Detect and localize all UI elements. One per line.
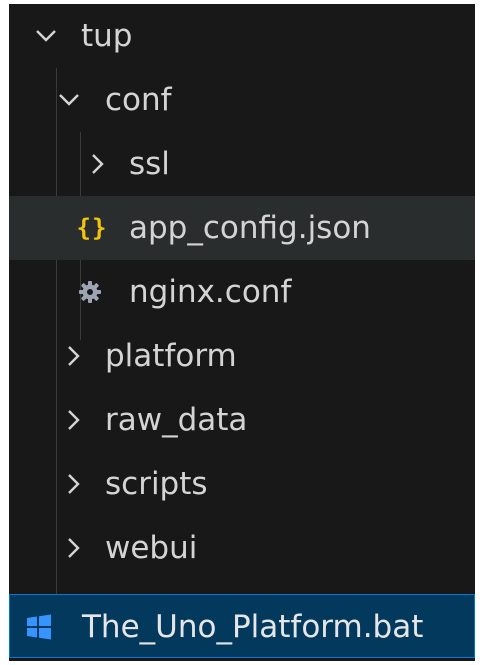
tree-item-label: raw_data	[105, 402, 248, 438]
chevron-right-icon	[59, 324, 89, 388]
tree-item-raw-data[interactable]: raw_data	[9, 388, 475, 452]
tree-item-label: platform	[105, 338, 237, 374]
chevron-right-icon	[59, 452, 89, 516]
windows-icon	[22, 595, 56, 659]
tree-item-scripts[interactable]: scripts	[9, 452, 475, 516]
chevron-right-icon	[83, 132, 113, 196]
tree-item-label: tup	[81, 18, 133, 54]
chevron-right-icon	[59, 388, 89, 452]
tree-item-nginx-conf[interactable]: nginx.conf	[9, 260, 475, 324]
file-explorer-tree: tup conf ssl {} app_config.json nginx.co…	[9, 4, 475, 661]
tree-item-label: conf	[105, 82, 172, 118]
tree-item-webui[interactable]: webui	[9, 516, 475, 580]
tree-item-label: ssl	[129, 146, 170, 182]
tree-item-label: scripts	[105, 466, 208, 502]
json-braces-icon: {}	[76, 214, 108, 242]
tree-item-ssl[interactable]: ssl	[9, 132, 475, 196]
chevron-down-icon	[31, 4, 61, 68]
tree-item-conf[interactable]: conf	[9, 68, 475, 132]
tree-item-app-config-json[interactable]: {} app_config.json	[9, 196, 475, 260]
gear-icon	[73, 260, 107, 324]
tree-item-label: webui	[105, 530, 198, 566]
chevron-down-icon	[54, 68, 84, 132]
chevron-right-icon	[59, 516, 89, 580]
tree-item-tup[interactable]: tup	[9, 4, 475, 68]
tree-item-the-uno-platform-bat[interactable]: The_Uno_Platform.bat	[9, 594, 475, 658]
tree-item-platform[interactable]: platform	[9, 324, 475, 388]
tree-item-label: The_Uno_Platform.bat	[82, 609, 424, 645]
tree-item-label: app_config.json	[129, 210, 371, 246]
tree-item-label: nginx.conf	[129, 274, 292, 310]
